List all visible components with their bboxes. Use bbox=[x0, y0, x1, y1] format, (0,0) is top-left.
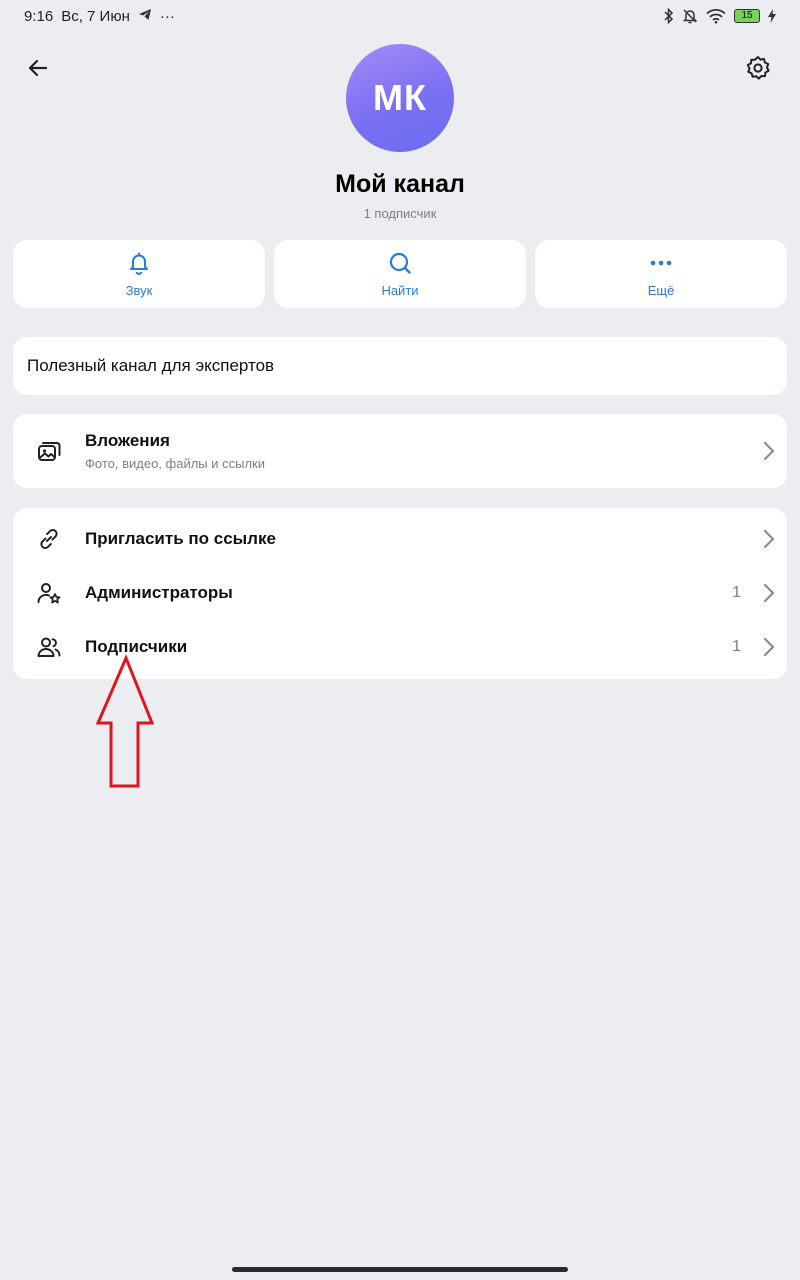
status-time: 9:16 bbox=[24, 7, 54, 25]
search-icon bbox=[388, 251, 412, 278]
mute-bell-icon bbox=[682, 8, 698, 24]
chevron-right-icon bbox=[751, 529, 787, 549]
channel-description: Полезный канал для экспертов bbox=[13, 337, 787, 395]
more-label: Ещё bbox=[647, 282, 675, 298]
search-button[interactable]: Найти bbox=[274, 240, 526, 308]
bluetooth-icon bbox=[664, 8, 674, 24]
chevron-right-icon bbox=[751, 441, 787, 461]
admins-row[interactable]: Администраторы 1 bbox=[13, 566, 787, 620]
gear-icon bbox=[745, 55, 771, 86]
subscribers-label: Подписчики bbox=[85, 637, 188, 656]
action-bar: Звук Найти Ещё bbox=[13, 240, 787, 308]
invite-link-label: Пригласить по ссылке bbox=[85, 529, 276, 548]
subscribers-count: 1 bbox=[732, 638, 741, 655]
settings-button[interactable] bbox=[734, 46, 782, 94]
admins-label: Администраторы bbox=[85, 583, 233, 602]
status-left: 9:16 Вс, 7 Июн ··· bbox=[24, 8, 175, 25]
status-bar: 9:16 Вс, 7 Июн ··· 15 bbox=[0, 0, 800, 32]
more-button[interactable]: Ещё bbox=[535, 240, 787, 308]
link-icon bbox=[13, 526, 85, 552]
attachments-row[interactable]: Вложения Фото, видео, файлы и ссылки bbox=[13, 414, 787, 488]
arrow-left-icon bbox=[26, 56, 50, 85]
telegram-icon bbox=[138, 8, 152, 25]
admin-star-icon bbox=[13, 580, 85, 606]
users-icon bbox=[13, 634, 85, 660]
status-date: Вс, 7 Июн bbox=[61, 7, 130, 25]
avatar[interactable]: МК bbox=[346, 44, 454, 152]
home-indicator[interactable] bbox=[232, 1267, 568, 1272]
gallery-icon bbox=[13, 438, 85, 464]
more-dots-icon bbox=[649, 251, 673, 278]
status-more: ··· bbox=[159, 7, 175, 25]
subscriber-count: 1 подписчик bbox=[363, 206, 437, 221]
search-label: Найти bbox=[381, 282, 419, 298]
wifi-icon bbox=[706, 8, 726, 24]
attachments-text: Вложения Фото, видео, файлы и ссылки bbox=[85, 431, 751, 471]
sound-button[interactable]: Звук bbox=[13, 240, 265, 308]
attachments-card[interactable]: Вложения Фото, видео, файлы и ссылки bbox=[13, 414, 787, 488]
attachments-title: Вложения bbox=[85, 431, 170, 450]
battery-icon: 15 bbox=[734, 9, 760, 23]
annotation-arrow-icon bbox=[95, 654, 156, 795]
invite-link-row[interactable]: Пригласить по ссылке bbox=[13, 512, 787, 566]
sound-label: Звук bbox=[125, 282, 153, 298]
admins-count: 1 bbox=[732, 584, 741, 601]
charging-icon bbox=[768, 9, 776, 23]
back-button[interactable] bbox=[14, 46, 62, 94]
chevron-right-icon bbox=[751, 583, 787, 603]
page-title: Мой канал bbox=[335, 170, 465, 198]
bell-icon bbox=[127, 251, 151, 278]
chevron-right-icon bbox=[751, 637, 787, 657]
status-right: 15 bbox=[664, 8, 776, 24]
attachments-subtitle: Фото, видео, файлы и ссылки bbox=[85, 456, 266, 471]
